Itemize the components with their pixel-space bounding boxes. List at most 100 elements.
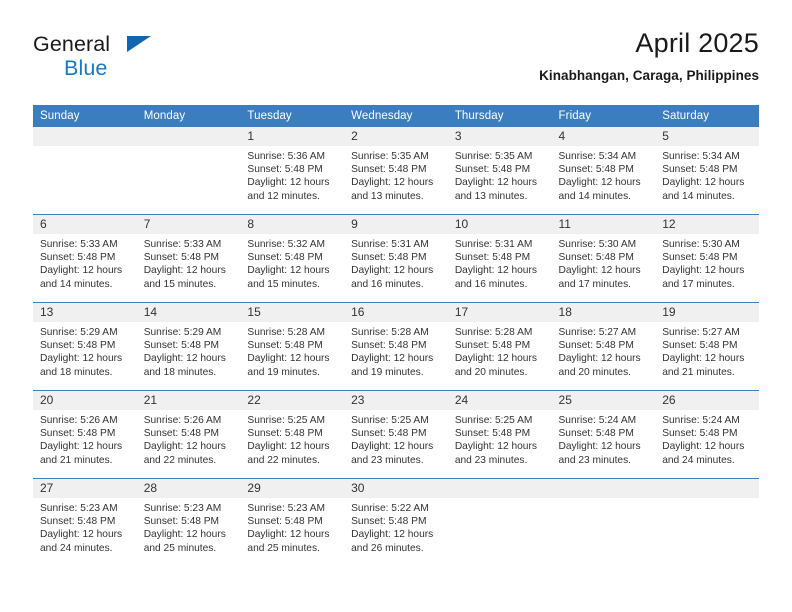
sunrise-time: Sunrise: 5:29 AM (40, 327, 118, 338)
calendar-day-cell[interactable]: 18 Sunrise: 5:27 AM Sunset: 5:48 PM Dayligh… (551, 302, 656, 391)
calendar-day-cell[interactable]: 17 Sunrise: 5:28 AM Sunset: 5:48 PM Dayligh… (447, 302, 552, 391)
calendar-day-cell[interactable]: 24 Sunrise: 5:25 AM Sunset: 5:48 PM Dayligh… (447, 390, 552, 479)
sunset-time: Sunset: 5:48 PM (662, 252, 738, 264)
calendar-day-cell[interactable]: 13 Sunrise: 5:29 AM Sunset: 5:48 PM Dayligh… (33, 302, 137, 391)
calendar-day-cell[interactable]: 20 Sunrise: 5:26 AM Sunset: 5:48 PM Dayligh… (33, 390, 137, 479)
day-number: 16 (344, 303, 448, 322)
calendar-day-cell[interactable]: 15 Sunrise: 5:28 AM Sunset: 5:48 PM Dayligh… (240, 302, 345, 391)
day-detail-block: Sunrise: 5:25 AM Sunset: 5:48 PM Daylight:… (240, 410, 345, 478)
day-detail-block: Sunrise: 5:31 AM Sunset: 5:48 PM Daylight:… (344, 234, 448, 302)
sunset-time: Sunset: 5:48 PM (247, 252, 323, 264)
calendar-day-cell[interactable]: 5 Sunrise: 5:34 AM Sunset: 5:48 PM Daylight… (655, 127, 759, 215)
sunrise-time: Sunrise: 5:24 AM (662, 415, 740, 426)
day-detail-block: Sunrise: 5:25 AM Sunset: 5:48 PM Daylight:… (344, 410, 448, 478)
calendar-day-cell[interactable]: 6 Sunrise: 5:33 AM Sunset: 5:48 PM Daylight… (33, 214, 137, 303)
calendar-header-row: Sunday Monday Tuesday Wednesday Thursday Frid… (33, 105, 759, 127)
calendar-day-cell[interactable]: 9 Sunrise: 5:31 AM Sunset: 5:48 PM Daylight… (344, 214, 448, 303)
day-number (136, 127, 241, 146)
sunset-time: Sunset: 5:48 PM (558, 340, 634, 352)
sunrise-time: Sunrise: 5:35 AM (454, 151, 533, 162)
calendar-day-cell[interactable]: 21 Sunrise: 5:26 AM Sunset: 5:48 PM Dayligh… (136, 390, 241, 479)
calendar-day-cell[interactable]: 4 Sunrise: 5:34 AM Sunset: 5:48 PM Daylight… (551, 127, 656, 215)
daylight-duration-line2: and 22 minutes. (143, 454, 217, 466)
daylight-duration-line1: Daylight: 12 hours (40, 265, 123, 277)
day-detail-block: Sunrise: 5:28 AM Sunset: 5:48 PM Daylight:… (447, 322, 552, 390)
calendar-day-cell[interactable]: 30 Sunrise: 5:22 AM Sunset: 5:48 PM Dayligh… (344, 478, 448, 566)
weekday-header-friday: Friday (551, 105, 656, 127)
sunset-time: Sunset: 5:48 PM (247, 340, 323, 352)
day-number (551, 479, 656, 498)
day-detail-block: Sunrise: 5:28 AM Sunset: 5:48 PM Daylight:… (344, 322, 448, 390)
sunset-time: Sunset: 5:48 PM (558, 164, 634, 176)
calendar-day-cell[interactable]: 2 Sunrise: 5:35 AM Sunset: 5:48 PM Daylight… (344, 127, 448, 215)
calendar-day-cell[interactable]: 1 Sunrise: 5:36 AM Sunset: 5:48 PM Daylight… (240, 127, 345, 215)
day-detail-block: Sunrise: 5:30 AM Sunset: 5:48 PM Daylight:… (551, 234, 656, 302)
day-number: 27 (33, 479, 137, 498)
day-number: 19 (655, 303, 759, 322)
daylight-duration-line2: and 16 minutes. (454, 278, 528, 290)
daylight-duration-line1: Daylight: 12 hours (247, 265, 330, 277)
calendar-day-cell[interactable]: 16 Sunrise: 5:28 AM Sunset: 5:48 PM Dayligh… (344, 302, 448, 391)
sunrise-time: Sunrise: 5:33 AM (143, 239, 222, 250)
calendar-day-cell[interactable]: 29 Sunrise: 5:23 AM Sunset: 5:48 PM Dayligh… (240, 478, 345, 566)
daylight-duration-line1: Daylight: 12 hours (454, 177, 537, 189)
weekday-header-tuesday: Tuesday (240, 105, 345, 127)
calendar-day-cell[interactable]: 12 Sunrise: 5:30 AM Sunset: 5:48 PM Dayligh… (655, 214, 759, 303)
general-blue-logo[interactable]: General Blue (33, 28, 183, 86)
sunrise-time: Sunrise: 5:26 AM (143, 415, 222, 426)
calendar-week-row: 20 Sunrise: 5:26 AM Sunset: 5:48 PM Dayligh… (33, 390, 759, 479)
calendar-cell-empty (551, 478, 656, 566)
day-detail-block: Sunrise: 5:35 AM Sunset: 5:48 PM Daylight:… (344, 146, 448, 214)
day-detail-block: Sunrise: 5:23 AM Sunset: 5:48 PM Daylight:… (136, 498, 241, 566)
day-detail-block: Sunrise: 5:26 AM Sunset: 5:48 PM Daylight:… (33, 410, 137, 478)
calendar-day-cell[interactable]: 28 Sunrise: 5:23 AM Sunset: 5:48 PM Dayligh… (136, 478, 241, 566)
daylight-duration-line2: and 19 minutes. (247, 366, 320, 378)
day-detail-block: Sunrise: 5:30 AM Sunset: 5:48 PM Daylight:… (655, 234, 759, 302)
daylight-duration-line2: and 21 minutes. (662, 366, 735, 378)
day-detail-block: Sunrise: 5:24 AM Sunset: 5:48 PM Daylight:… (551, 410, 656, 478)
daylight-duration-line2: and 13 minutes. (454, 190, 528, 202)
page-header: General Blue April 2025 Kinabhangan, Car… (33, 28, 759, 98)
sunrise-time: Sunrise: 5:30 AM (662, 239, 740, 250)
day-number: 8 (240, 215, 345, 234)
sunset-time: Sunset: 5:48 PM (143, 516, 220, 528)
calendar-day-cell[interactable]: 11 Sunrise: 5:30 AM Sunset: 5:48 PM Dayligh… (551, 214, 656, 303)
calendar-body: 1 Sunrise: 5:36 AM Sunset: 5:48 PM Daylight… (33, 127, 759, 566)
sunrise-time: Sunrise: 5:34 AM (558, 151, 637, 162)
calendar-day-cell[interactable]: 14 Sunrise: 5:29 AM Sunset: 5:48 PM Dayligh… (136, 302, 241, 391)
calendar-day-cell[interactable]: 23 Sunrise: 5:25 AM Sunset: 5:48 PM Dayligh… (344, 390, 448, 479)
calendar-day-cell[interactable]: 26 Sunrise: 5:24 AM Sunset: 5:48 PM Dayligh… (655, 390, 759, 479)
calendar-day-cell[interactable]: 10 Sunrise: 5:31 AM Sunset: 5:48 PM Dayligh… (447, 214, 552, 303)
daylight-duration-line2: and 17 minutes. (558, 278, 632, 290)
calendar-day-cell[interactable]: 7 Sunrise: 5:33 AM Sunset: 5:48 PM Daylight… (136, 214, 241, 303)
day-detail-block: Sunrise: 5:34 AM Sunset: 5:48 PM Daylight:… (655, 146, 759, 214)
daylight-duration-line1: Daylight: 12 hours (662, 441, 745, 453)
page-title: April 2025 (635, 28, 759, 58)
calendar-table: Sunday Monday Tuesday Wednesday Thursday Frid… (33, 105, 759, 566)
calendar-day-cell[interactable]: 3 Sunrise: 5:35 AM Sunset: 5:48 PM Daylight… (447, 127, 552, 215)
daylight-duration-line1: Daylight: 12 hours (558, 441, 641, 453)
daylight-duration-line1: Daylight: 12 hours (351, 441, 434, 453)
sunset-time: Sunset: 5:48 PM (662, 428, 738, 440)
day-detail-block (551, 498, 656, 566)
calendar-day-cell[interactable]: 8 Sunrise: 5:32 AM Sunset: 5:48 PM Daylight… (240, 214, 345, 303)
daylight-duration-line1: Daylight: 12 hours (662, 265, 745, 277)
daylight-duration-line1: Daylight: 12 hours (143, 529, 226, 541)
calendar-day-cell[interactable]: 22 Sunrise: 5:25 AM Sunset: 5:48 PM Dayligh… (240, 390, 345, 479)
day-detail-block: Sunrise: 5:36 AM Sunset: 5:48 PM Daylight:… (240, 146, 345, 214)
calendar-day-cell[interactable]: 25 Sunrise: 5:24 AM Sunset: 5:48 PM Dayligh… (551, 390, 656, 479)
daylight-duration-line2: and 14 minutes. (558, 190, 632, 202)
calendar-day-cell[interactable]: 27 Sunrise: 5:23 AM Sunset: 5:48 PM Dayligh… (33, 478, 137, 566)
sunset-time: Sunset: 5:48 PM (143, 428, 220, 440)
day-detail-block: Sunrise: 5:32 AM Sunset: 5:48 PM Daylight:… (240, 234, 345, 302)
sunrise-time: Sunrise: 5:28 AM (454, 327, 533, 338)
calendar-day-cell[interactable]: 19 Sunrise: 5:27 AM Sunset: 5:48 PM Dayligh… (655, 302, 759, 391)
day-detail-block: Sunrise: 5:33 AM Sunset: 5:48 PM Daylight:… (136, 234, 241, 302)
daylight-duration-line2: and 13 minutes. (351, 190, 424, 202)
sunrise-time: Sunrise: 5:24 AM (558, 415, 637, 426)
daylight-duration-line1: Daylight: 12 hours (454, 353, 537, 365)
day-number: 6 (33, 215, 137, 234)
daylight-duration-line2: and 18 minutes. (143, 366, 217, 378)
daylight-duration-line1: Daylight: 12 hours (143, 265, 226, 277)
sunset-time: Sunset: 5:48 PM (351, 164, 427, 176)
